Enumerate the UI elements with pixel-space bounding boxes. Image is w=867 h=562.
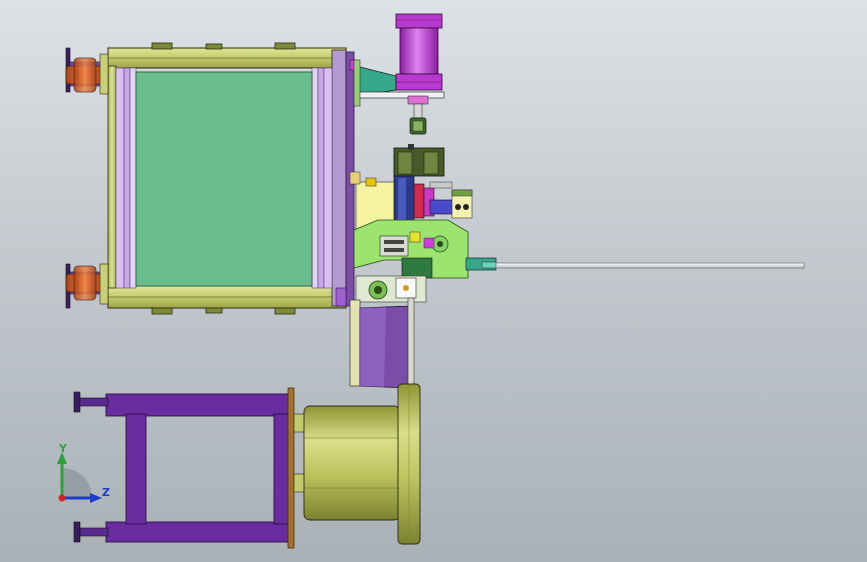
z-axis-arrow [90,493,102,503]
z-axis-label: Z [102,486,110,499]
axis-triad [57,452,102,503]
tank-panel[interactable] [135,71,313,287]
motor-flange[interactable] [397,383,421,545]
cad-viewport[interactable]: Y Z [0,0,867,562]
pneumatic-cylinder[interactable] [395,13,443,91]
triad-cube-quarter [62,468,92,498]
x-axis-dot [58,494,66,502]
guide-plate [349,297,415,389]
bottom-caster-wheel[interactable] [65,263,109,309]
valve-block[interactable] [393,144,445,177]
extension-rod[interactable] [465,257,805,271]
y-axis-label: Y [59,442,67,455]
spray-nozzle[interactable] [407,95,429,135]
motor-housing[interactable] [293,405,401,521]
mechanism-assembly[interactable] [349,171,473,303]
cad-model[interactable] [0,0,867,562]
top-caster-wheel[interactable] [65,47,109,95]
